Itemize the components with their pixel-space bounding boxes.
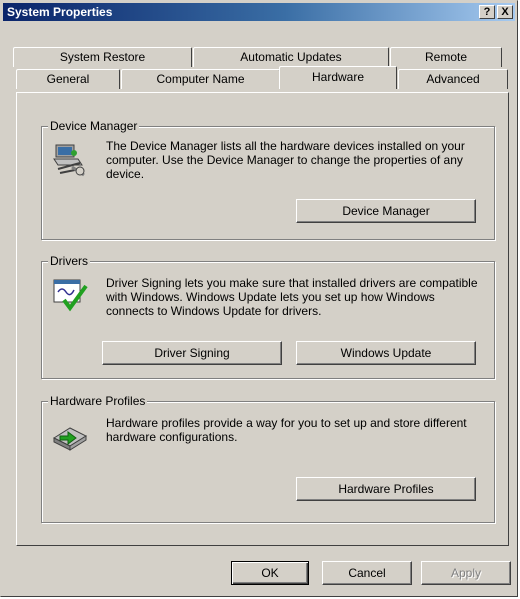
tab-automatic-updates[interactable]: Automatic Updates — [193, 47, 389, 67]
ok-button[interactable]: OK — [231, 561, 309, 585]
window-title: System Properties — [7, 5, 113, 19]
close-button[interactable]: X — [497, 5, 513, 19]
device-manager-button[interactable]: Device Manager — [296, 199, 476, 223]
device-manager-group: Device Manager The Device Manager lists … — [41, 119, 495, 240]
drivers-group: Drivers Driver Signing lets you make sur… — [41, 254, 495, 379]
tab-advanced[interactable]: Advanced — [398, 69, 508, 89]
driver-signing-icon — [53, 279, 88, 312]
tab-computer-name[interactable]: Computer Name — [121, 69, 280, 89]
tab-system-restore[interactable]: System Restore — [13, 47, 192, 67]
hardware-profiles-button[interactable]: Hardware Profiles — [296, 477, 476, 501]
drivers-legend: Drivers — [48, 254, 90, 268]
hardware-profiles-group: Hardware Profiles Hardware profiles prov… — [41, 394, 495, 523]
tab-general[interactable]: General — [16, 69, 120, 89]
tab-hardware[interactable]: Hardware — [279, 66, 397, 89]
system-properties-window: System Properties ? X System Restore Aut… — [0, 0, 518, 597]
hardware-profiles-icon — [52, 427, 88, 451]
help-button[interactable]: ? — [479, 5, 495, 19]
hardware-tab-panel: Device Manager The Device Manager lists … — [16, 92, 509, 546]
title-bar[interactable]: System Properties ? X — [3, 3, 515, 21]
device-manager-icon — [53, 144, 85, 177]
cancel-button[interactable]: Cancel — [322, 561, 412, 585]
device-manager-legend: Device Manager — [48, 119, 140, 133]
device-manager-description: The Device Manager lists all the hardwar… — [106, 139, 465, 181]
hardware-profiles-legend: Hardware Profiles — [48, 394, 148, 408]
drivers-description: Driver Signing lets you make sure that i… — [106, 276, 478, 318]
apply-button[interactable]: Apply — [421, 561, 511, 585]
windows-update-button[interactable]: Windows Update — [296, 341, 476, 365]
hardware-profiles-description: Hardware profiles provide a way for you … — [106, 416, 467, 444]
driver-signing-button[interactable]: Driver Signing — [102, 341, 282, 365]
tab-remote[interactable]: Remote — [390, 47, 502, 67]
